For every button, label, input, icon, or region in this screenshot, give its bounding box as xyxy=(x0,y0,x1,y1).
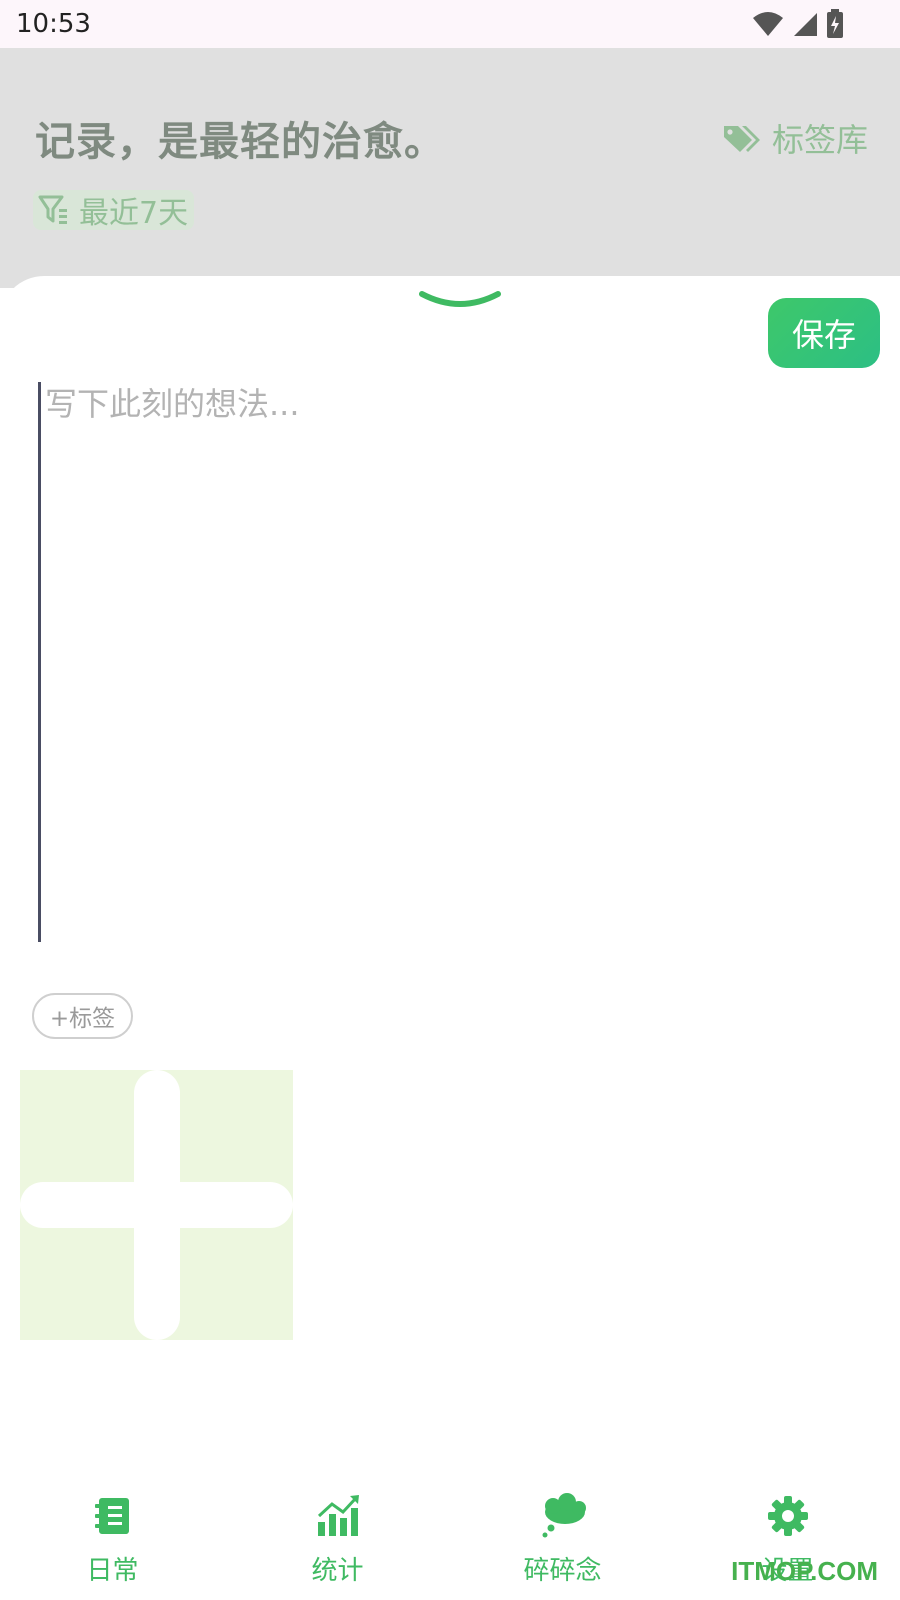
tag-icon xyxy=(723,126,760,152)
note-input[interactable] xyxy=(38,382,869,942)
add-image-button[interactable] xyxy=(20,1070,293,1340)
status-bar: 10:53 xyxy=(0,0,900,48)
bar-chart-icon xyxy=(317,1495,359,1536)
compose-sheet: 保存 +标签 xyxy=(0,276,900,1600)
nav-item-daily[interactable]: 日常 xyxy=(0,1480,225,1600)
drag-handle[interactable] xyxy=(418,288,502,312)
add-tag-button[interactable]: +标签 xyxy=(32,993,133,1039)
filter-icon xyxy=(38,195,67,224)
nav-label-stats: 统计 xyxy=(311,1556,364,1586)
wifi-icon xyxy=(753,12,783,36)
tag-library-button[interactable]: 标签库 xyxy=(722,120,868,160)
date-filter[interactable]: 最近7天 xyxy=(33,190,195,231)
tag-library-label: 标签库 xyxy=(771,121,868,159)
thought-cloud-icon xyxy=(542,1493,586,1538)
gear-icon xyxy=(767,1496,808,1536)
battery-icon xyxy=(827,9,843,38)
cellular-signal-icon xyxy=(794,13,817,36)
watermark: ITMOP.COM xyxy=(731,1556,878,1586)
nav-item-stats[interactable]: 统计 xyxy=(225,1480,450,1600)
save-button[interactable]: 保存 xyxy=(768,298,880,368)
status-icons xyxy=(752,8,844,40)
page-title: 记录，是最轻的治愈。 xyxy=(35,119,445,165)
nav-label-daily: 日常 xyxy=(86,1556,139,1586)
filter-label: 最近7天 xyxy=(79,196,189,231)
nav-item-murmur[interactable]: 碎碎念 xyxy=(450,1480,675,1600)
status-time: 10:53 xyxy=(16,9,91,39)
notebook-icon xyxy=(94,1498,129,1534)
header-area: 记录，是最轻的治愈。 标签库 最近7天 xyxy=(0,48,900,288)
plus-icon-horizontal xyxy=(20,1182,293,1228)
nav-label-murmur: 碎碎念 xyxy=(523,1556,602,1586)
